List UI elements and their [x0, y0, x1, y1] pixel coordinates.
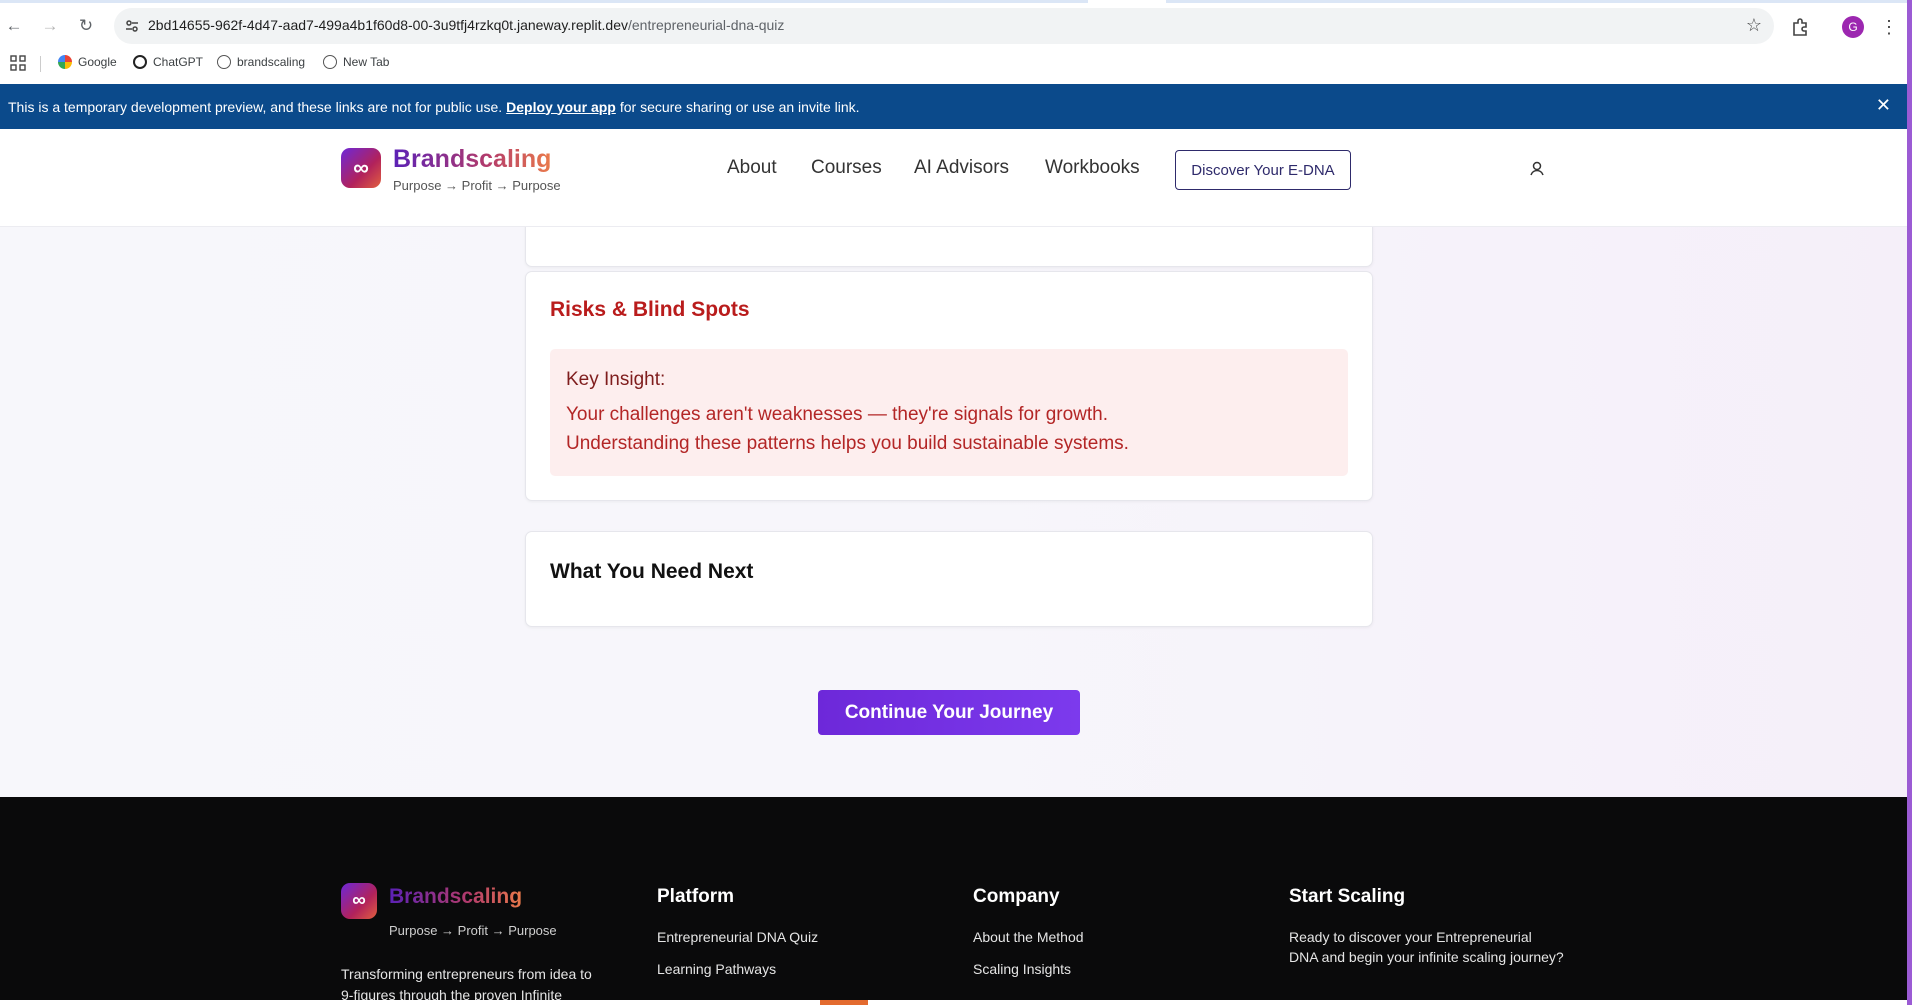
insight-line-1: Your challenges aren't weaknesses — they…: [566, 404, 1109, 425]
footer-start-text: Ready to discover your Entrepreneurial D…: [1289, 929, 1564, 965]
infinity-logo-icon[interactable]: ∞: [341, 148, 381, 188]
brand-tagline: Purpose → Profit → Purpose: [393, 178, 561, 193]
bookmark-label: brandscaling: [237, 55, 306, 69]
close-icon[interactable]: ✕: [1876, 95, 1891, 116]
footer-company-heading: Company: [973, 886, 1060, 907]
nav-ai-advisors[interactable]: AI Advisors: [914, 157, 1009, 179]
globe-icon: [217, 55, 231, 69]
footer-link-dna-quiz[interactable]: Entrepreneurial DNA Quiz: [657, 929, 818, 945]
url-path: /entrepreneurial-dna-quiz: [627, 17, 785, 33]
address-row: ← → ↻ 2bd14655-962f-4d47-aad7-499a4b1f60…: [0, 5, 1912, 47]
site-header: ∞ Brandscaling Purpose → Profit → Purpos…: [0, 129, 1907, 227]
next-steps-title: What You Need Next: [550, 560, 754, 583]
deploy-app-link[interactable]: Deploy your app: [506, 99, 616, 115]
footer-infinity-logo-icon[interactable]: ∞: [341, 883, 377, 919]
bookmark-chatgpt[interactable]: ChatGPT: [133, 55, 203, 69]
nav-courses[interactable]: Courses: [811, 157, 882, 179]
brand-name[interactable]: Brandscaling: [393, 145, 551, 174]
bookmarks-bar: Google ChatGPT brandscaling New Tab: [0, 52, 1912, 76]
forward-icon[interactable]: →: [39, 15, 61, 37]
footer-link-scaling-insights[interactable]: Scaling Insights: [973, 961, 1071, 977]
browser-menu-icon[interactable]: ⋮: [1880, 17, 1898, 38]
apps-grid-icon[interactable]: [10, 55, 26, 71]
reload-icon[interactable]: ↻: [75, 15, 97, 37]
site-info-icon[interactable]: [122, 16, 142, 36]
bottom-edge: [0, 1000, 1912, 1005]
user-account-icon[interactable]: [1526, 158, 1548, 180]
bookmark-new-tab[interactable]: New Tab: [323, 55, 389, 69]
footer-brand-name[interactable]: Brandscaling: [389, 885, 522, 909]
bookmarks-separator: [40, 56, 41, 72]
google-icon: [58, 55, 72, 69]
footer-description: Transforming entrepreneurs from idea to …: [341, 966, 592, 1003]
back-icon[interactable]: ←: [3, 15, 25, 37]
bookmark-label: Google: [78, 55, 117, 69]
tab-strip: [0, 0, 1912, 3]
footer-link-learning-pathways[interactable]: Learning Pathways: [657, 961, 776, 977]
bookmark-label: ChatGPT: [153, 55, 204, 69]
next-steps-card: What You Need Next: [525, 531, 1373, 627]
extensions-icon[interactable]: [1790, 17, 1810, 37]
discover-edna-button[interactable]: Discover Your E-DNA: [1175, 150, 1351, 190]
bottom-accent-segment: [820, 1000, 868, 1005]
footer-tagline: Purpose → Profit → Purpose: [389, 923, 557, 938]
footer-link-about-method[interactable]: About the Method: [973, 929, 1084, 945]
bookmark-brandscaling[interactable]: brandscaling: [217, 55, 305, 69]
continue-journey-button[interactable]: Continue Your Journey: [818, 690, 1080, 735]
globe-icon: [323, 55, 337, 69]
key-insight-box: Key Insight: Your challenges aren't weak…: [550, 349, 1348, 476]
insight-line-2: Understanding these patterns helps you b…: [566, 433, 1129, 454]
nav-workbooks[interactable]: Workbooks: [1045, 157, 1140, 179]
page-content: ∞ Brandscaling Purpose → Profit → Purpos…: [0, 129, 1907, 1005]
url-host: 2bd14655-962f-4d47-aad7-499a4b1f60d8-00-…: [148, 17, 628, 33]
browser-chrome: ← → ↻ 2bd14655-962f-4d47-aad7-499a4b1f60…: [0, 0, 1912, 84]
profile-avatar[interactable]: G: [1842, 16, 1864, 38]
banner-text-after: for secure sharing or use an invite link…: [619, 98, 860, 115]
dev-preview-banner: This is a temporary development preview,…: [0, 84, 1907, 129]
insight-label: Key Insight:: [566, 369, 666, 390]
bookmark-star-icon[interactable]: ☆: [1746, 15, 1762, 36]
url-text[interactable]: 2bd14655-962f-4d47-aad7-499a4b1f60d8-00-…: [148, 17, 784, 33]
footer-platform-heading: Platform: [657, 886, 735, 907]
footer-start-heading: Start Scaling: [1289, 886, 1406, 907]
nav-about[interactable]: About: [727, 157, 777, 179]
page-scrollbar[interactable]: [1907, 0, 1912, 1005]
bookmark-google[interactable]: Google: [58, 55, 117, 69]
chatgpt-icon: [133, 55, 147, 69]
banner-text: This is a temporary development preview,…: [8, 98, 503, 115]
bookmark-label: New Tab: [343, 55, 390, 69]
site-footer: ∞ Brandscaling Purpose → Profit → Purpos…: [0, 797, 1907, 1005]
risks-card: Risks & Blind Spots Key Insight: Your ch…: [525, 271, 1373, 501]
address-bar[interactable]: 2bd14655-962f-4d47-aad7-499a4b1f60d8-00-…: [114, 8, 1774, 44]
risks-title: Risks & Blind Spots: [550, 298, 750, 321]
